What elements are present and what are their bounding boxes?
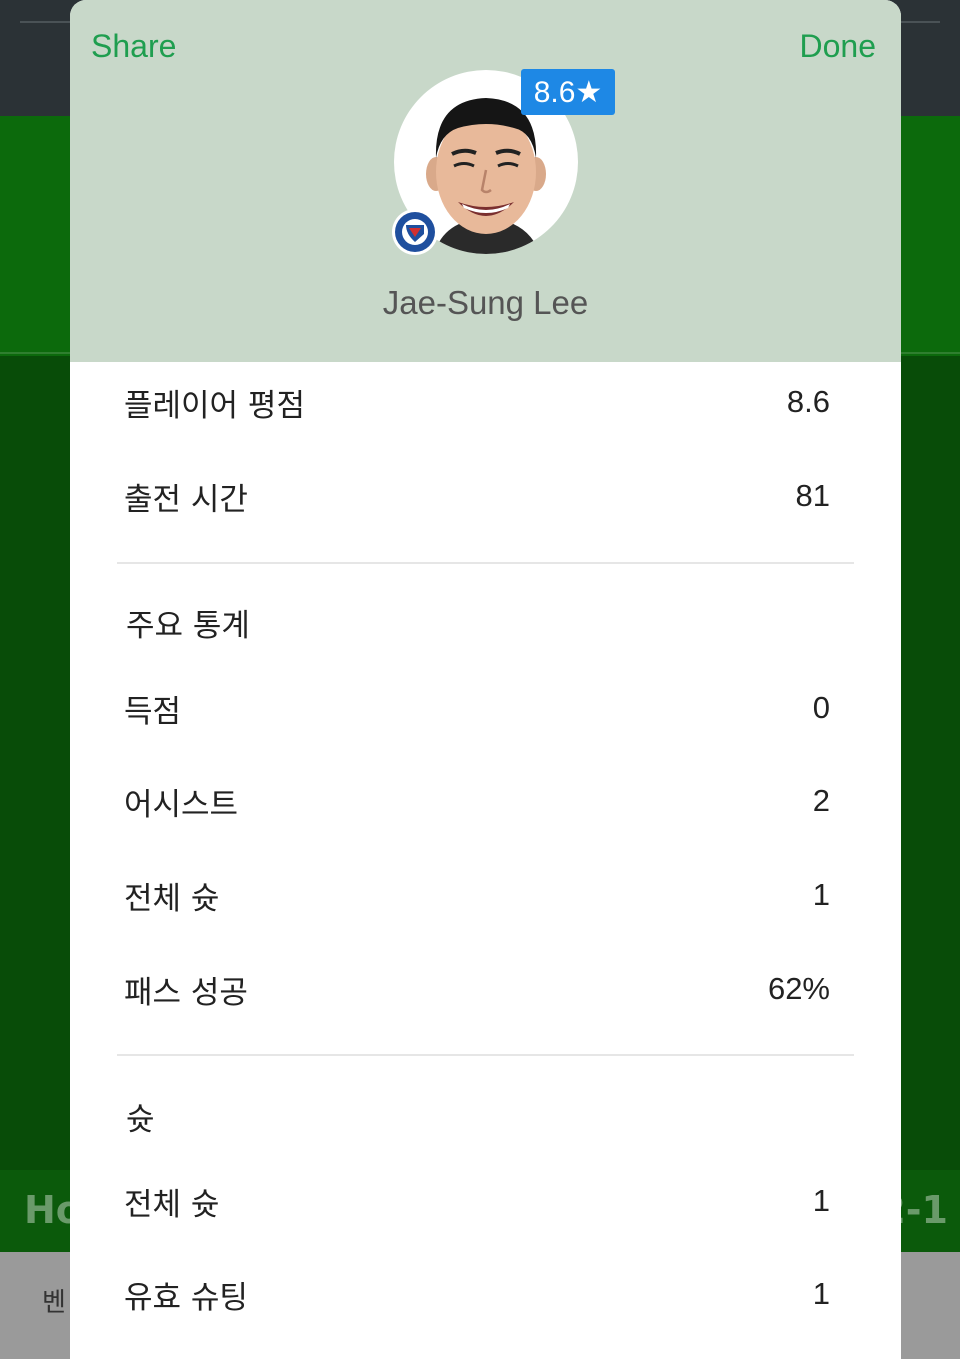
stat-row-shots-on-target: 유효 슈팅 1 xyxy=(124,1266,830,1322)
stat-value: 1 xyxy=(812,1276,830,1311)
player-stats-sheet: Share Done 8.6★ Jae-Sung Lee 플레이어 평점 8.6… xyxy=(70,0,901,1359)
stat-row-player-rating: 플레이어 평점 8.6 xyxy=(124,374,830,430)
stat-row-minutes-played: 출전 시간 81 xyxy=(124,468,830,524)
bench-label: 벤 xyxy=(42,1288,66,1318)
stat-label: 득점 xyxy=(124,693,182,730)
stat-label: 패스 성공 xyxy=(124,974,248,1011)
club-crest-icon xyxy=(391,208,439,256)
player-avatar-group: 8.6★ xyxy=(391,69,615,256)
stat-label: 유효 슈팅 xyxy=(124,1279,248,1316)
stat-value: 81 xyxy=(795,478,830,513)
stat-label: 어시스트 xyxy=(124,786,239,823)
stat-row-shots-total: 전체 슛 1 xyxy=(124,1173,830,1229)
stat-label: 출전 시간 xyxy=(124,481,248,518)
section-title-shots: 슛 xyxy=(126,1102,155,1138)
sheet-header: Share Done 8.6★ Jae-Sung Lee xyxy=(70,0,901,362)
stat-value: 2 xyxy=(812,783,830,818)
stat-row-goals: 득점 0 xyxy=(124,680,830,736)
stat-value: 8.6 xyxy=(786,384,830,419)
stat-label: 전체 슛 xyxy=(124,880,220,917)
stat-value: 1 xyxy=(812,1183,830,1218)
stat-label: 전체 슛 xyxy=(124,1186,220,1223)
stat-row-pass-accuracy: 패스 성공 62% xyxy=(124,961,830,1017)
section-divider xyxy=(117,562,854,564)
section-title-key-stats: 주요 통계 xyxy=(126,608,250,644)
stat-value: 62% xyxy=(767,971,830,1006)
stat-row-total-shots: 전체 슛 1 xyxy=(124,867,830,923)
stat-row-assists: 어시스트 2 xyxy=(124,773,830,829)
share-button[interactable]: Share xyxy=(91,28,176,65)
player-name: Jae-Sung Lee xyxy=(382,284,589,321)
stat-label: 플레이어 평점 xyxy=(124,387,305,424)
rating-badge: 8.6★ xyxy=(521,69,615,115)
section-divider xyxy=(117,1054,854,1056)
stat-value: 1 xyxy=(812,877,830,912)
done-button[interactable]: Done xyxy=(800,28,877,65)
stat-value: 0 xyxy=(812,690,830,725)
